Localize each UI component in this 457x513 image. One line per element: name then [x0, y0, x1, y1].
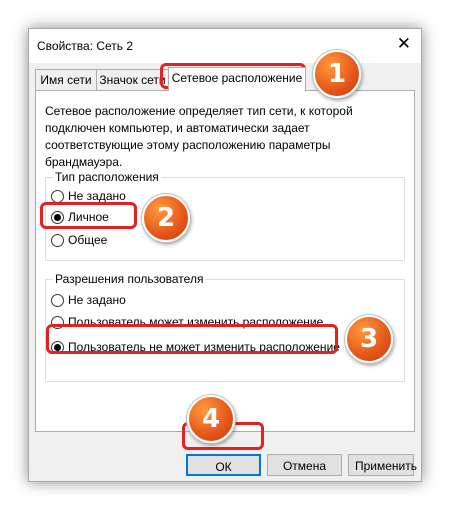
- location-description: Сетевое расположение определяет тип сети…: [45, 104, 353, 169]
- apply-button[interactable]: Применить: [348, 454, 417, 476]
- user-permissions-label: Разрешения пользователя: [53, 272, 206, 286]
- close-icon[interactable]: ✕: [397, 34, 411, 54]
- step-3-badge: 3: [345, 315, 393, 363]
- radio-indicator[interactable]: [51, 189, 64, 203]
- location-type-label: Тип расположения: [53, 170, 161, 184]
- title-bar: Свойства: Сеть 2 ✕: [29, 29, 421, 63]
- cancel-button[interactable]: Отмена: [267, 454, 342, 476]
- radio-location-public[interactable]: Общее: [51, 232, 107, 248]
- highlight-cannot-change-option: [46, 324, 338, 354]
- radio-indicator[interactable]: [51, 293, 64, 307]
- radio-indicator[interactable]: [51, 233, 64, 247]
- step-4-badge: 4: [187, 395, 235, 443]
- tab-network-icon[interactable]: Значок сети: [96, 69, 169, 90]
- step-2-badge: 2: [142, 194, 190, 242]
- window-title: Свойства: Сеть 2: [37, 39, 134, 53]
- tab-panel: Сетевое расположение определяет тип сети…: [35, 90, 415, 432]
- highlight-private-option: [40, 202, 137, 229]
- tab-network-location[interactable]: Сетевое расположение: [168, 67, 306, 91]
- ok-button[interactable]: ОК: [186, 454, 261, 476]
- radio-label: Не задано: [68, 189, 126, 203]
- radio-permission-unset[interactable]: Не задано: [51, 292, 126, 308]
- radio-label: Не задано: [68, 293, 126, 307]
- radio-label: Общее: [68, 233, 108, 247]
- tab-network-name[interactable]: Имя сети: [35, 69, 97, 90]
- step-1-badge: 1: [313, 50, 361, 98]
